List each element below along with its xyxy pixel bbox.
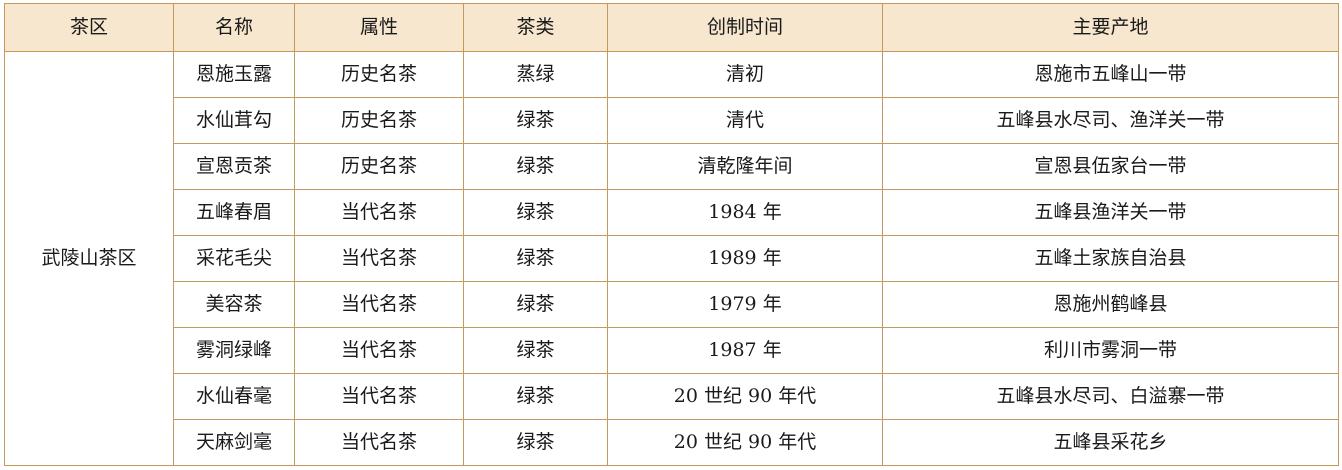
header-created: 创制时间 <box>607 3 883 52</box>
cell-origin: 利川市雾洞一带 <box>882 327 1339 374</box>
cell-attribute: 当代名茶 <box>294 281 464 328</box>
table-row: 水仙春毫 当代名茶 绿茶 20 世纪 90 年代 五峰县水尽司、白溢寨一带 <box>5 373 1339 420</box>
cell-category: 绿茶 <box>463 235 608 282</box>
cell-name: 恩施玉露 <box>173 51 295 98</box>
cell-attribute: 当代名茶 <box>294 189 464 236</box>
cell-attribute: 当代名茶 <box>294 235 464 282</box>
cell-name: 美容茶 <box>173 281 295 328</box>
cell-origin: 五峰土家族自治县 <box>882 235 1339 282</box>
cell-created: 1984 年 <box>607 189 883 236</box>
cell-category: 蒸绿 <box>463 51 608 98</box>
cell-created: 1987 年 <box>607 327 883 374</box>
cell-name: 五峰春眉 <box>173 189 295 236</box>
cell-origin: 恩施州鹤峰县 <box>882 281 1339 328</box>
table-row: 雾洞绿峰 当代名茶 绿茶 1987 年 利川市雾洞一带 <box>5 327 1339 374</box>
cell-name: 雾洞绿峰 <box>173 327 295 374</box>
cell-created: 1989 年 <box>607 235 883 282</box>
cell-created: 清乾隆年间 <box>607 143 883 190</box>
cell-origin: 恩施市五峰山一带 <box>882 51 1339 98</box>
cell-category: 绿茶 <box>463 281 608 328</box>
cell-attribute: 历史名茶 <box>294 51 464 98</box>
cell-attribute: 历史名茶 <box>294 97 464 144</box>
header-row: 茶区 名称 属性 茶类 创制时间 主要产地 <box>4 3 1339 52</box>
cell-category: 绿茶 <box>463 327 608 374</box>
region-cell: 武陵山茶区 <box>4 51 174 466</box>
cell-category: 绿茶 <box>463 419 608 466</box>
cell-attribute: 当代名茶 <box>294 419 464 466</box>
cell-created: 20 世纪 90 年代 <box>607 419 883 466</box>
cell-attribute: 当代名茶 <box>294 373 464 420</box>
table-row: 宣恩贡茶 历史名茶 绿茶 清乾隆年间 宣恩县伍家台一带 <box>5 143 1339 190</box>
cell-attribute: 历史名茶 <box>294 143 464 190</box>
cell-name: 水仙茸勾 <box>173 97 295 144</box>
cell-name: 天麻剑毫 <box>173 419 295 466</box>
cell-attribute: 当代名茶 <box>294 327 464 374</box>
cell-created: 20 世纪 90 年代 <box>607 373 883 420</box>
table-row: 五峰春眉 当代名茶 绿茶 1984 年 五峰县渔洋关一带 <box>5 189 1339 236</box>
table-row: 武陵山茶区 恩施玉露 历史名茶 蒸绿 清初 恩施市五峰山一带 <box>4 51 1339 466</box>
header-name: 名称 <box>173 3 295 52</box>
table-row: 天麻剑毫 当代名茶 绿茶 20 世纪 90 年代 五峰县采花乡 <box>5 419 1339 466</box>
cell-name: 宣恩贡茶 <box>173 143 295 190</box>
table-row: 采花毛尖 当代名茶 绿茶 1989 年 五峰土家族自治县 <box>5 235 1339 282</box>
cell-category: 绿茶 <box>463 143 608 190</box>
table-row: 美容茶 当代名茶 绿茶 1979 年 恩施州鹤峰县 <box>5 281 1339 328</box>
header-region: 茶区 <box>4 3 174 52</box>
cell-category: 绿茶 <box>463 97 608 144</box>
cell-created: 清初 <box>607 51 883 98</box>
cell-created: 1979 年 <box>607 281 883 328</box>
header-attribute: 属性 <box>294 3 464 52</box>
header-origin: 主要产地 <box>882 3 1339 52</box>
cell-created: 清代 <box>607 97 883 144</box>
cell-origin: 五峰县渔洋关一带 <box>882 189 1339 236</box>
cell-category: 绿茶 <box>463 189 608 236</box>
cell-origin: 五峰县采花乡 <box>882 419 1339 466</box>
cell-origin: 宣恩县伍家台一带 <box>882 143 1339 190</box>
cell-category: 绿茶 <box>463 373 608 420</box>
cell-origin: 五峰县水尽司、白溢寨一带 <box>882 373 1339 420</box>
tea-table: 茶区 名称 属性 茶类 创制时间 主要产地 武陵山茶区 恩施玉露 历史名茶 蒸绿… <box>4 3 1339 466</box>
cell-name: 水仙春毫 <box>173 373 295 420</box>
cell-origin: 五峰县水尽司、渔洋关一带 <box>882 97 1339 144</box>
table-row: 水仙茸勾 历史名茶 绿茶 清代 五峰县水尽司、渔洋关一带 <box>5 97 1339 144</box>
cell-name: 采花毛尖 <box>173 235 295 282</box>
header-category: 茶类 <box>463 3 608 52</box>
